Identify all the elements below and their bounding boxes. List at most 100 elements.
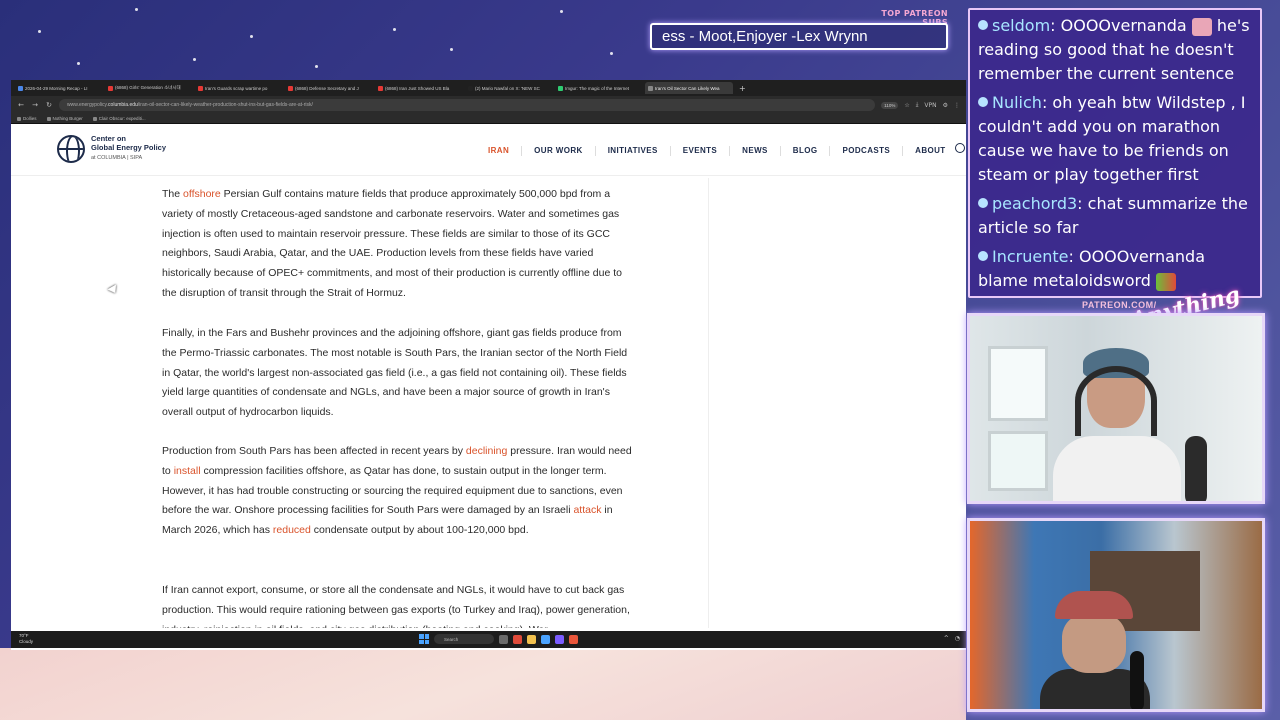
background-bottom [0, 648, 966, 720]
tab-label: (6868) Defense Secretary and J [295, 85, 359, 91]
tab-label: (6868) Girls' Generation 소녀시대 [115, 85, 181, 90]
tab-favicon-icon [18, 85, 23, 91]
browser-icon[interactable] [569, 634, 578, 644]
article-body: The offshore Persian Gulf contains matur… [11, 178, 966, 628]
tab-favicon-icon [468, 85, 473, 91]
nav-blog[interactable]: BLOG [779, 146, 830, 156]
app-icon[interactable] [541, 634, 550, 644]
weather-condition: Cloudy [19, 639, 34, 644]
network-icon[interactable]: ◔ [955, 635, 960, 642]
file-explorer-icon[interactable] [527, 634, 536, 644]
settings-icon[interactable]: ⚙ [943, 102, 948, 109]
link-reduced[interactable]: reduced [273, 524, 311, 536]
nav-initiatives[interactable]: INITIATIVES [594, 146, 670, 156]
new-tab-icon[interactable]: + [735, 84, 750, 93]
chat-message: peachord3: chat summarize the article so… [978, 194, 1248, 237]
link-attack[interactable]: attack [573, 504, 601, 516]
link-install[interactable]: install [174, 465, 201, 477]
vpn-badge[interactable]: VPN [924, 102, 936, 109]
nav-podcasts[interactable]: PODCASTS [829, 146, 902, 156]
download-icon[interactable]: ⤓ [916, 101, 919, 109]
tab-favicon-icon [378, 85, 383, 91]
article-paragraph: Finally, in the Fars and Bushehr provinc… [162, 327, 628, 419]
webcam-guest [967, 518, 1265, 712]
system-tray: ^ ◔ [944, 635, 960, 642]
globe-logo-icon [57, 134, 85, 163]
browser-tab[interactable]: Imgur: The magic of the Internet [555, 82, 643, 94]
zoom-indicator[interactable]: 110% [881, 101, 899, 109]
weather-widget[interactable]: 70°F Cloudy [19, 633, 33, 645]
chat-badge-icon [978, 97, 988, 107]
chat-message: Nulich: oh yeah btw Wildstep , I couldn'… [978, 93, 1246, 184]
browser-tab[interactable]: 2026-04-29 Morning Recap - LI [15, 82, 103, 94]
reload-icon[interactable]: ↻ [45, 101, 53, 109]
tab-favicon-icon [108, 85, 113, 91]
logo-line1: Center on [91, 134, 127, 143]
tab-favicon-icon [558, 85, 563, 91]
browser-tab[interactable]: (6868) Defense Secretary and J [285, 82, 373, 94]
back-icon[interactable]: ← [17, 101, 25, 109]
tab-label: Iran's Oil Sector Can Likely Wea [655, 85, 720, 91]
chat-message: seldom: OOOOvernanda he's reading so goo… [978, 16, 1250, 83]
nav-iran[interactable]: IRAN [476, 146, 521, 156]
article-paragraph: The offshore Persian Gulf contains matur… [162, 188, 622, 299]
link-declining[interactable]: declining [466, 445, 507, 457]
nav-our-work[interactable]: OUR WORK [521, 146, 595, 156]
browser-tab[interactable]: Iran's Oil Sector Can Likely Wea [645, 82, 733, 94]
forward-icon[interactable]: → [31, 101, 39, 109]
headphones-icon [1075, 366, 1157, 436]
site-logo[interactable]: Center on Global Energy Policy at COLUMB… [57, 134, 166, 163]
site-header: Center on Global Energy Policy at COLUMB… [11, 124, 966, 176]
cap-icon [1055, 591, 1133, 619]
taskbar-search[interactable]: Search [434, 634, 494, 644]
mouse-cursor-icon [107, 284, 120, 296]
patreon-subs-ticker: ess - Moot,Enjoyer -Lex Wrynn [650, 23, 948, 50]
microphone-icon [1185, 436, 1207, 501]
logo-line2: Global Energy Policy [91, 143, 167, 152]
browser-tab[interactable]: (6868) Girls' Generation 소녀시대 [105, 82, 193, 94]
chat-badge-icon [978, 251, 988, 261]
link-offshore[interactable]: offshore [183, 188, 221, 200]
microphone-icon [1130, 651, 1144, 709]
stream-chat: seldom: OOOOvernanda he's reading so goo… [968, 8, 1262, 298]
menu-icon[interactable]: ⋮ [954, 102, 960, 109]
task-view-icon[interactable] [499, 634, 508, 644]
bookmark-star-icon[interactable]: ☆ [904, 102, 909, 109]
tab-label: Imgur: The magic of the Internet [565, 85, 629, 91]
taskbar: 70°F Cloudy Search ^ ◔ [11, 631, 966, 648]
browser-tab[interactable]: Iran's Guards scrap wartime po [195, 82, 283, 94]
chat-username: Nulich [992, 93, 1042, 112]
address-bar: ← → ↻ www.energypolicy. columbia.edu/iran… [11, 96, 966, 114]
tab-label: Iran's Guards scrap wartime po [205, 85, 268, 91]
emote-icon [1191, 17, 1212, 36]
windows-start-icon[interactable] [419, 634, 429, 644]
browser-window: 2026-04-29 Morning Recap - LI (6868) Girl… [11, 80, 966, 650]
search-icon[interactable] [955, 143, 965, 153]
browser-tab[interactable]: (6868) Iran Just Showed US Bla [375, 82, 463, 94]
nav-about[interactable]: ABOUT [902, 146, 957, 156]
tab-label: 2026-04-29 Morning Recap - LI [25, 85, 88, 91]
site-nav: IRAN OUR WORK INITIATIVES EVENTS NEWS BL… [476, 146, 958, 156]
bookmark-item[interactable]: Clair Obscur: expediti... [92, 116, 146, 121]
logo-line3: at COLUMBIA | SIPA [91, 155, 143, 161]
app-icon[interactable] [513, 634, 522, 644]
bookmark-item[interactable]: Dollies [17, 116, 37, 121]
url-path: /iran-oil-sector-can-likely-weather-prod… [137, 102, 313, 108]
url-domain: columbia.edu [108, 102, 138, 108]
nav-events[interactable]: EVENTS [669, 146, 729, 156]
webcam-streamer [967, 313, 1265, 504]
tab-label: (2) Mario Nawfal on X: 'NEW SC [475, 85, 540, 91]
tab-strip: 2026-04-29 Morning Recap - LI (6868) Girl… [11, 80, 966, 96]
nav-news[interactable]: NEWS [729, 146, 780, 156]
chevron-up-icon[interactable]: ^ [944, 635, 949, 642]
bookmarks-bar: Dollies Nothing Burger Clair Obscur: exp… [11, 114, 966, 124]
url-field[interactable]: www.energypolicy. columbia.edu/iran-oil-s… [59, 99, 876, 111]
streamer-figure [1045, 346, 1207, 501]
chat-badge-icon [978, 198, 988, 208]
browser-tab[interactable]: (2) Mario Nawfal on X: 'NEW SC [465, 82, 553, 94]
chat-username: peachord3 [992, 194, 1078, 213]
discord-icon[interactable] [555, 634, 564, 644]
chat-message: Incruente: OOOOvernanda blame metaloidsw… [978, 247, 1205, 291]
bookmark-item[interactable]: Nothing Burger [46, 116, 83, 121]
emote-icon [1156, 272, 1177, 291]
